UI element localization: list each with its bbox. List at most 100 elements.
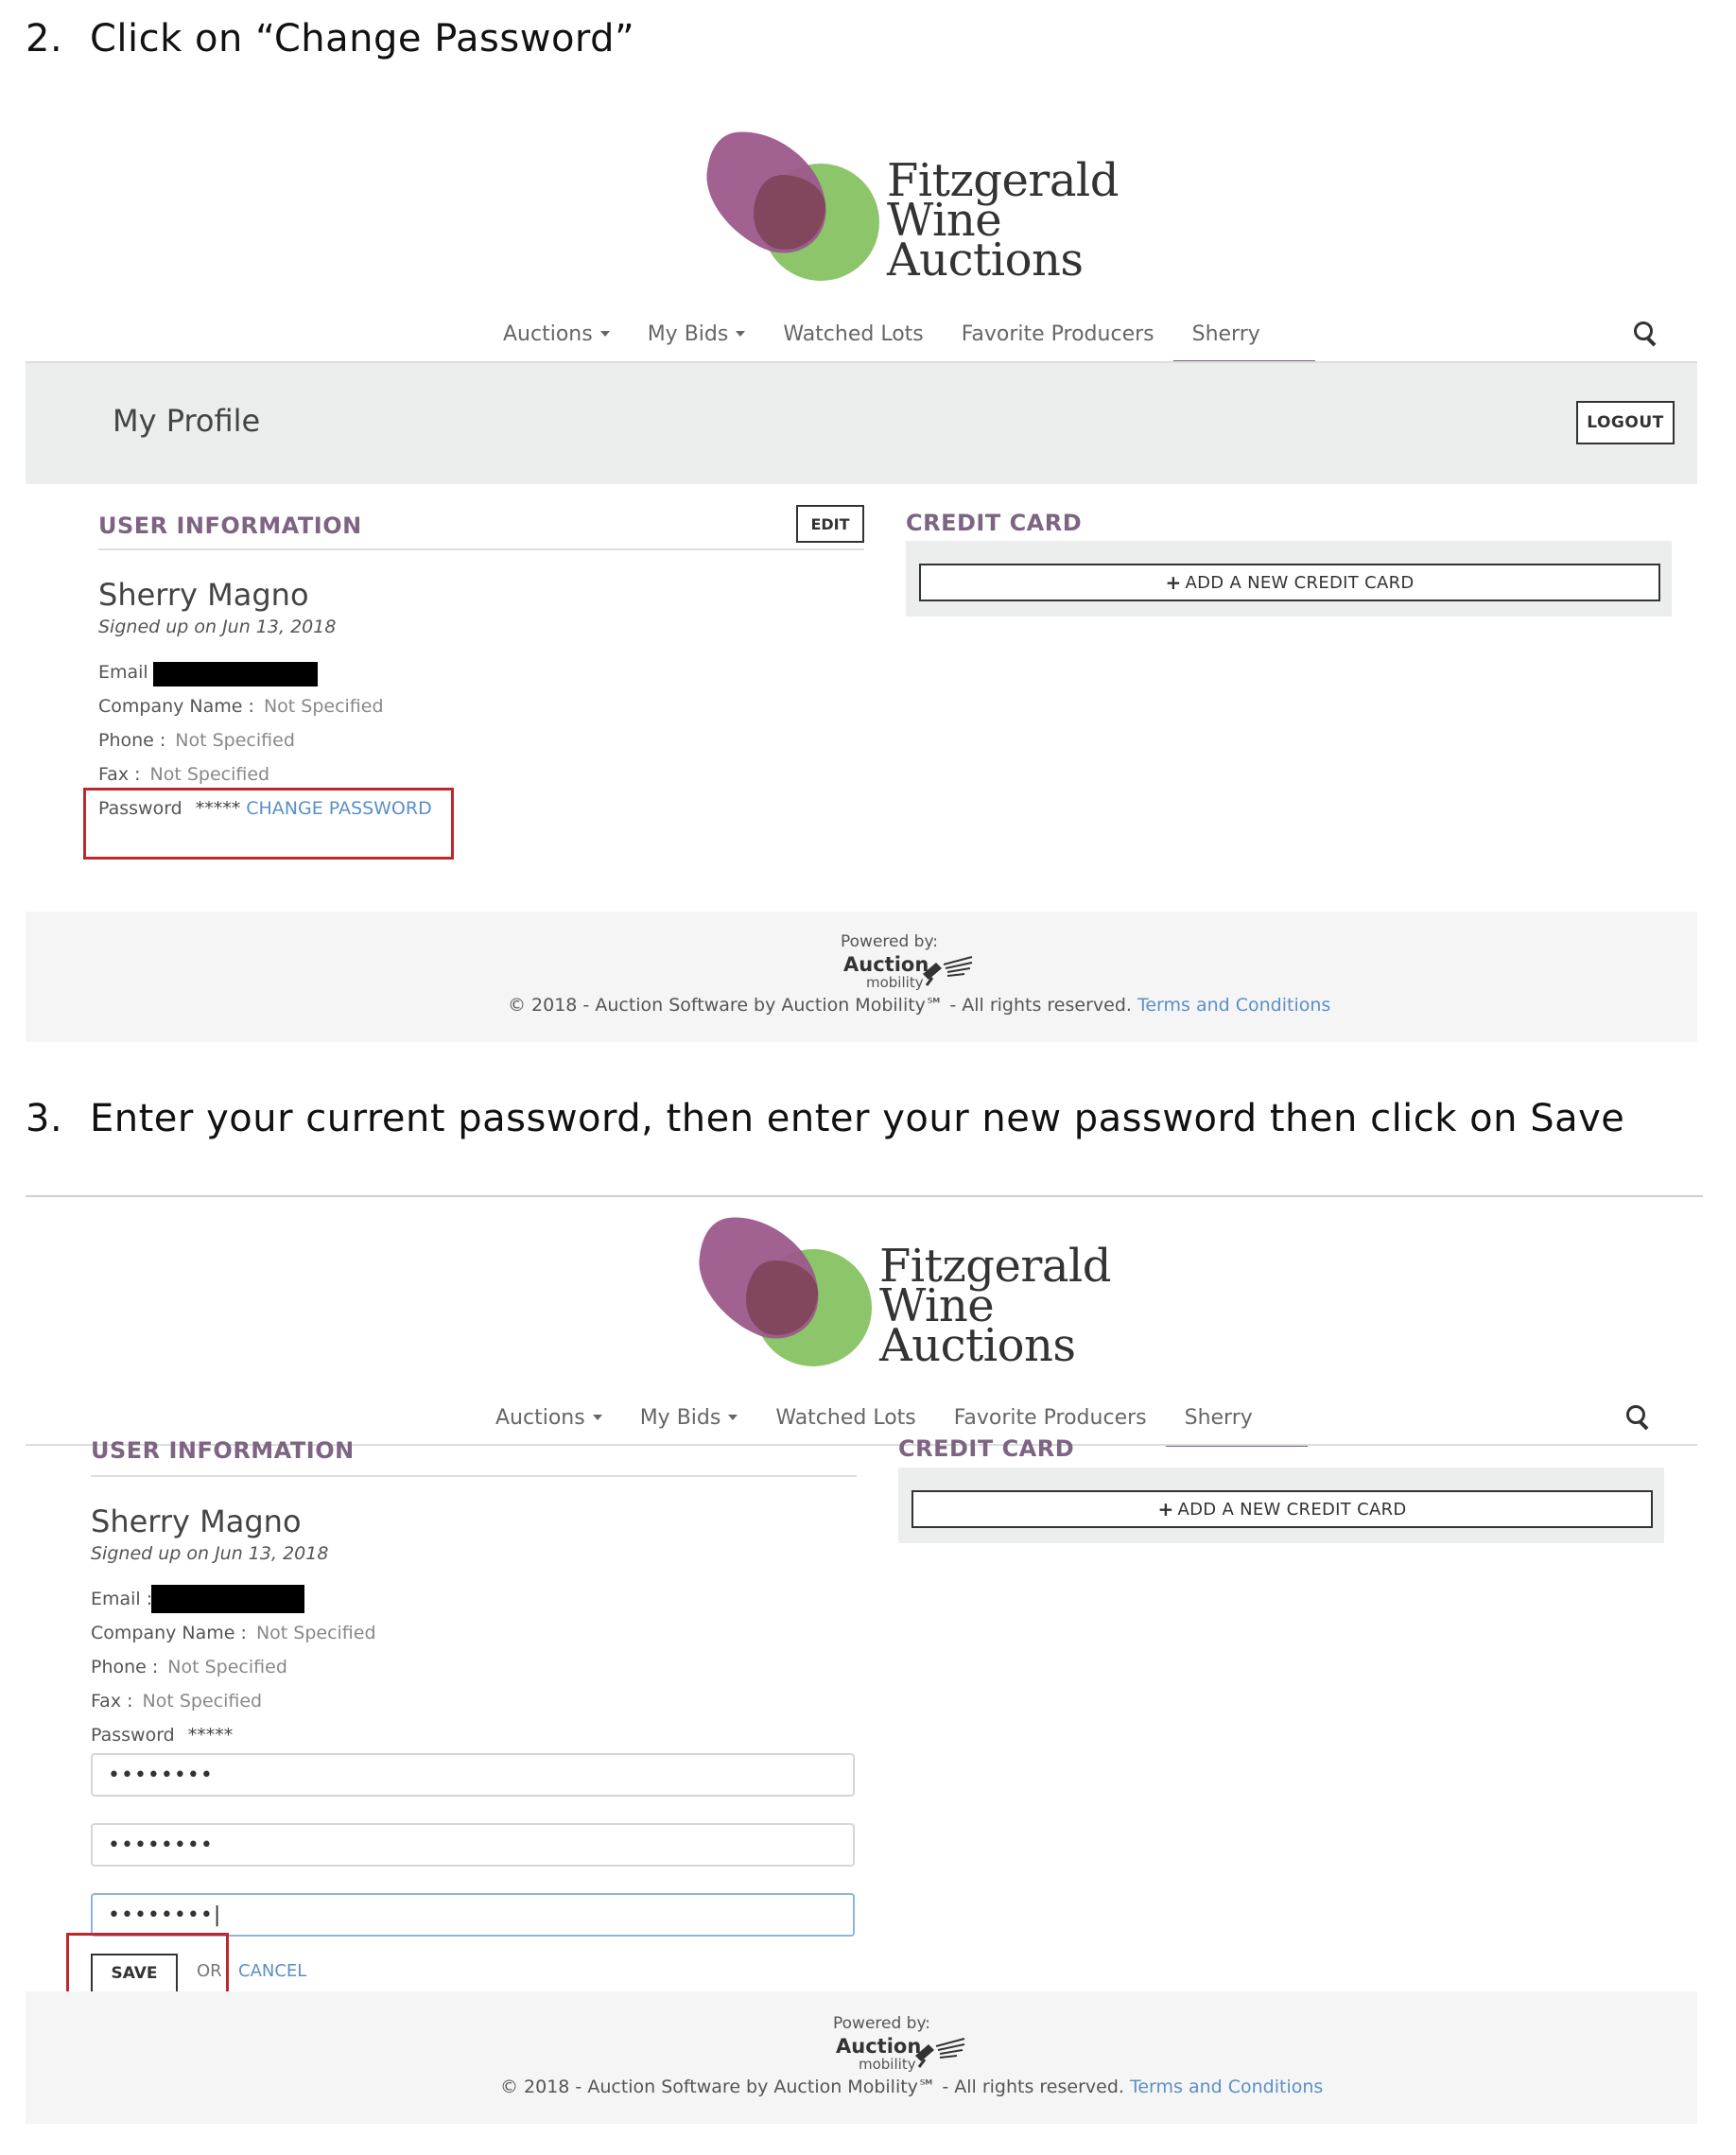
email-label: Email : bbox=[98, 662, 161, 683]
auction-mobility-logo[interactable]: Auction mobility bbox=[843, 953, 985, 995]
phone-label: Phone : bbox=[91, 1657, 159, 1677]
fax-row: Fax : Not Specified bbox=[98, 764, 269, 785]
email-row: Email : bbox=[91, 1589, 152, 1609]
user-information-heading: USER INFORMATION bbox=[91, 1437, 355, 1464]
nav-user-sherry[interactable]: Sherry bbox=[1172, 310, 1315, 363]
terms-link[interactable]: Terms and Conditions bbox=[1137, 995, 1330, 1016]
highlight-box bbox=[83, 788, 454, 860]
step-2-instruction: 2. Click on “Change Password” bbox=[26, 17, 634, 61]
screenshot-top-border bbox=[26, 1195, 1703, 1197]
brand-line-3: Auctions bbox=[879, 1319, 1076, 1372]
confirm-password-input[interactable]: ••••••••| bbox=[91, 1893, 855, 1937]
email-row: Email : bbox=[98, 662, 160, 683]
nav-user-sherry[interactable]: Sherry bbox=[1165, 1394, 1308, 1447]
add-credit-card-button[interactable]: + ADD A NEW CREDIT CARD bbox=[911, 1490, 1653, 1528]
caret-down-icon bbox=[599, 331, 610, 337]
brand-line-3: Auctions bbox=[887, 234, 1084, 287]
nav-my-bids-label: My Bids bbox=[639, 1405, 721, 1430]
step-text: Click on “Change Password” bbox=[90, 17, 635, 61]
plus-icon: + bbox=[1165, 571, 1182, 594]
step-text: Enter your current password, then enter … bbox=[90, 1097, 1625, 1140]
page-footer: Powered by: Auction mobility © 2018 - Au… bbox=[26, 912, 1697, 1042]
gavel-wing-icon bbox=[915, 2038, 965, 2068]
caret-down-icon bbox=[728, 1415, 738, 1420]
plus-icon: + bbox=[1157, 1498, 1174, 1521]
add-credit-card-button[interactable]: + ADD A NEW CREDIT CARD bbox=[919, 564, 1660, 601]
page-footer: Powered by: Auction mobility © 2018 - Au… bbox=[26, 1991, 1697, 2124]
current-password-input[interactable]: •••••••• bbox=[91, 1753, 855, 1797]
nav-watched-lots-label: Watched Lots bbox=[775, 1405, 916, 1430]
brand-wordmark: Fitzgerald Wine Auctions bbox=[887, 158, 1120, 287]
add-credit-card-label: ADD A NEW CREDIT CARD bbox=[1185, 572, 1415, 593]
nav-watched-lots-label: Watched Lots bbox=[783, 322, 924, 346]
search-icon[interactable] bbox=[1634, 322, 1658, 347]
company-label: Company Name : bbox=[91, 1623, 247, 1643]
nav-user-label: Sherry bbox=[1191, 322, 1260, 346]
caret-down-icon bbox=[736, 331, 746, 337]
search-icon[interactable] bbox=[1626, 1405, 1651, 1431]
add-credit-card-label: ADD A NEW CREDIT CARD bbox=[1177, 1499, 1407, 1520]
nav-favorite-producers-label: Favorite Producers bbox=[961, 322, 1154, 346]
fax-row: Fax : Not Specified bbox=[91, 1691, 262, 1712]
new-password-input[interactable]: •••••••• bbox=[91, 1823, 855, 1867]
nav-auctions[interactable]: Auctions bbox=[503, 310, 610, 357]
caret-down-icon bbox=[592, 1415, 602, 1420]
copyright-line: © 2018 - Auction Software by Auction Mob… bbox=[500, 2077, 1323, 2097]
company-value: Not Specified bbox=[263, 696, 384, 717]
main-nav: Auctions My Bids Watched Lots Favorite P… bbox=[503, 310, 1315, 363]
fax-value: Not Specified bbox=[142, 1691, 263, 1712]
page-title: My Profile bbox=[113, 403, 261, 439]
phone-row: Phone : Not Specified bbox=[98, 730, 295, 751]
nav-watched-lots[interactable]: Watched Lots bbox=[775, 1394, 915, 1441]
terms-link[interactable]: Terms and Conditions bbox=[1130, 2077, 1323, 2097]
section-divider bbox=[91, 1475, 857, 1477]
password-row: Password ***** bbox=[91, 1725, 233, 1746]
company-label: Company Name : bbox=[98, 696, 254, 717]
nav-watched-lots[interactable]: Watched Lots bbox=[783, 310, 923, 357]
powered-by-label: Powered by: bbox=[841, 932, 939, 951]
signed-up-date: Signed up on Jun 13, 2018 bbox=[98, 617, 337, 637]
nav-favorite-producers[interactable]: Favorite Producers bbox=[954, 1394, 1147, 1441]
company-row: Company Name : Not Specified bbox=[98, 696, 384, 717]
brand-logo[interactable]: Fitzgerald Wine Auctions bbox=[690, 1208, 1112, 1388]
fax-label: Fax : bbox=[91, 1691, 133, 1712]
nav-favorite-producers[interactable]: Favorite Producers bbox=[962, 310, 1154, 357]
nav-my-bids-label: My Bids bbox=[647, 322, 729, 346]
grape-leaf-logo-icon bbox=[699, 1217, 872, 1366]
signed-up-date: Signed up on Jun 13, 2018 bbox=[91, 1543, 329, 1564]
copyright-text: © 2018 - Auction Software by Auction Mob… bbox=[500, 2077, 1124, 2097]
redacted-email bbox=[151, 1585, 304, 1613]
main-nav: Auctions My Bids Watched Lots Favorite P… bbox=[495, 1394, 1308, 1447]
password-label: Password bbox=[91, 1725, 175, 1746]
credit-card-panel: + ADD A NEW CREDIT CARD bbox=[898, 1468, 1664, 1543]
cancel-link[interactable]: CANCEL bbox=[238, 1961, 306, 1981]
am-auction-text: Auction bbox=[836, 2035, 922, 2058]
am-mobility-text: mobility bbox=[859, 2056, 916, 2073]
nav-auctions[interactable]: Auctions bbox=[495, 1394, 602, 1441]
edit-button[interactable]: EDIT bbox=[796, 505, 864, 543]
nav-user-label: Sherry bbox=[1184, 1405, 1253, 1430]
phone-value: Not Specified bbox=[175, 730, 295, 751]
phone-row: Phone : Not Specified bbox=[91, 1657, 287, 1677]
grape-leaf-logo-icon bbox=[706, 131, 879, 281]
user-name: Sherry Magno bbox=[98, 577, 309, 613]
brand-logo[interactable]: Fitzgerald Wine Auctions bbox=[698, 123, 1120, 303]
phone-label: Phone : bbox=[98, 730, 166, 751]
fax-label: Fax : bbox=[98, 764, 141, 785]
redacted-email bbox=[153, 662, 318, 686]
fax-value: Not Specified bbox=[149, 764, 270, 785]
gavel-wing-icon bbox=[923, 956, 973, 986]
profile-header: My Profile LOGOUT bbox=[26, 363, 1697, 484]
nav-my-bids[interactable]: My Bids bbox=[648, 310, 746, 357]
nav-auctions-label: Auctions bbox=[495, 1405, 585, 1430]
phone-value: Not Specified bbox=[167, 1657, 287, 1677]
nav-my-bids[interactable]: My Bids bbox=[640, 1394, 738, 1441]
logout-button[interactable]: LOGOUT bbox=[1576, 401, 1675, 444]
copyright-text: © 2018 - Auction Software by Auction Mob… bbox=[508, 995, 1132, 1016]
user-name: Sherry Magno bbox=[91, 1503, 302, 1539]
user-information-heading: USER INFORMATION bbox=[98, 513, 362, 539]
company-value: Not Specified bbox=[255, 1623, 376, 1643]
credit-card-heading: CREDIT CARD bbox=[906, 510, 1083, 536]
auction-mobility-logo[interactable]: Auction mobility bbox=[836, 2035, 978, 2077]
step-3-instruction: 3. Enter your current password, then ente… bbox=[26, 1097, 1624, 1140]
